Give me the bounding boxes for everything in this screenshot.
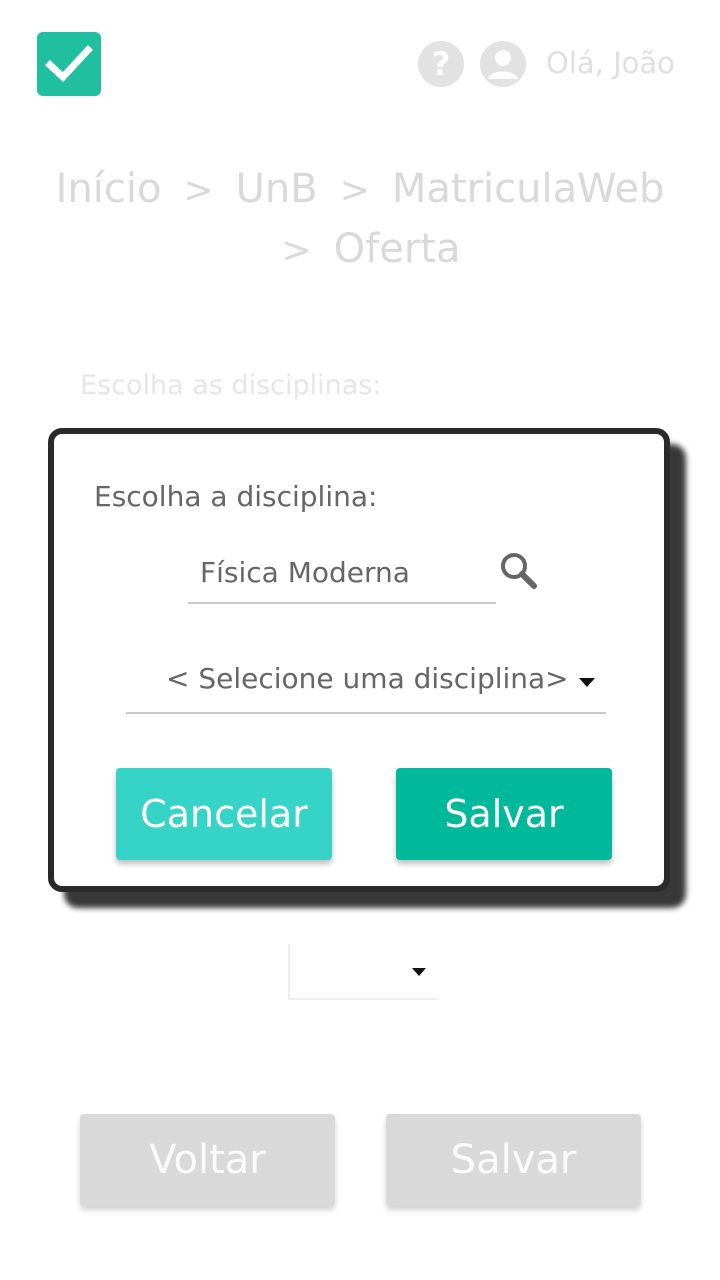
app-logo[interactable]	[37, 32, 101, 96]
chevron-down-icon	[412, 968, 426, 976]
help-icon[interactable]: ?	[418, 41, 464, 87]
breadcrumb-item-oferta: Oferta	[333, 226, 461, 272]
background-save-button[interactable]: Salvar	[386, 1114, 641, 1206]
user-avatar-icon[interactable]	[480, 41, 526, 87]
breadcrumb-item-unb[interactable]: UnB	[236, 166, 318, 212]
search-icon[interactable]	[496, 548, 542, 594]
breadcrumb-separator: >	[183, 170, 214, 211]
breadcrumb-separator: >	[339, 170, 370, 211]
choose-subjects-label: Escolha as disciplinas:	[80, 370, 382, 401]
choose-subject-dialog: Escolha a disciplina: Física Moderna < S…	[48, 428, 670, 892]
subject-search-input[interactable]: Física Moderna	[188, 546, 496, 604]
breadcrumb: Início > UnB > MatriculaWeb > Oferta	[40, 160, 680, 280]
dialog-title: Escolha a disciplina:	[94, 480, 378, 513]
back-button[interactable]: Voltar	[80, 1114, 335, 1206]
user-silhouette-icon	[488, 50, 518, 79]
user-greeting: Olá, João	[546, 46, 675, 80]
cancel-button[interactable]: Cancelar	[116, 768, 332, 860]
background-select[interactable]	[288, 944, 438, 1000]
breadcrumb-separator: >	[281, 230, 312, 271]
breadcrumb-item-inicio[interactable]: Início	[56, 166, 162, 212]
breadcrumb-item-matriculaweb[interactable]: MatriculaWeb	[392, 166, 664, 212]
subject-select[interactable]: < Selecione uma disciplina>	[126, 652, 606, 714]
save-button[interactable]: Salvar	[396, 768, 612, 860]
chevron-down-icon	[579, 678, 595, 687]
check-icon	[45, 45, 93, 82]
